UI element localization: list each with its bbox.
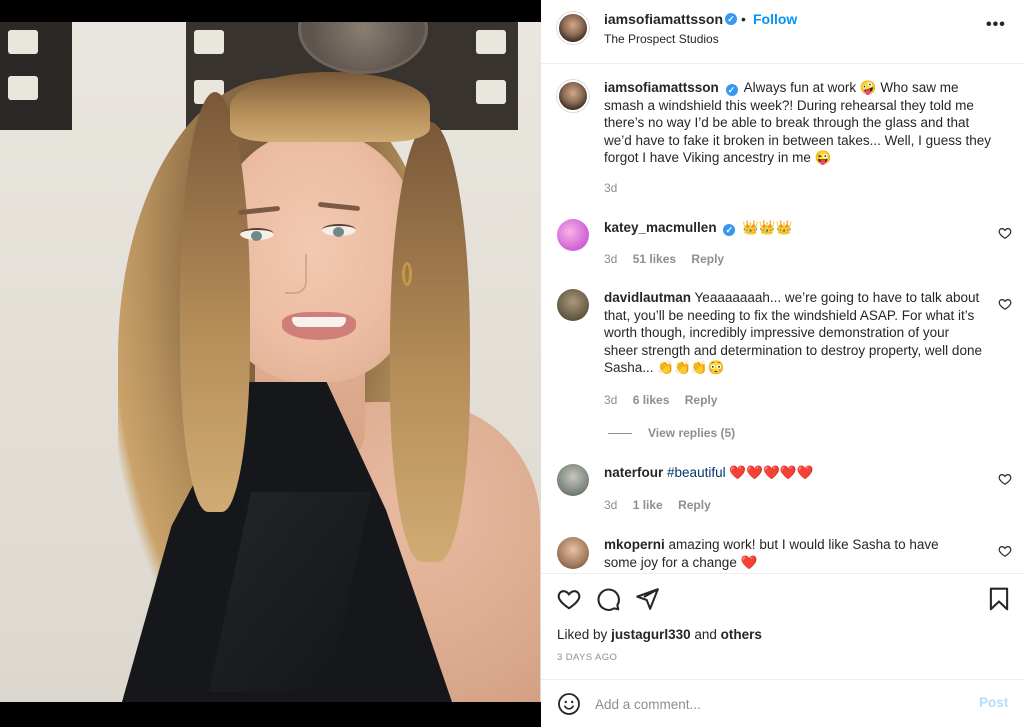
commenter-avatar[interactable] <box>557 219 589 251</box>
post-details-panel: iamsofiamattsson ✓ • Follow The Prospect… <box>541 0 1024 727</box>
hair-strand-left <box>180 92 250 512</box>
comment-likes[interactable]: 1 like <box>633 498 663 512</box>
location-link[interactable]: The Prospect Studios <box>604 32 719 46</box>
post-date: 3 DAYS AGO <box>557 652 618 663</box>
liked-by-user[interactable]: justagurl330 <box>611 627 691 642</box>
owner-avatar[interactable] <box>557 12 589 44</box>
heart-icon[interactable] <box>998 226 1012 240</box>
nose <box>285 254 307 294</box>
liked-by-text: Liked by justagurl330 and others <box>557 627 762 642</box>
heart-icon[interactable] <box>998 297 1012 311</box>
comments-list[interactable]: iamsofiamattsson ✓ Always fun at work 🤪 … <box>541 65 1024 573</box>
comment-text: davidlautman Yeaaaaaaah... we’re going t… <box>604 289 984 377</box>
comment-input[interactable] <box>595 694 945 714</box>
liked-by-others[interactable]: others <box>721 627 762 642</box>
separator-dot: • <box>741 11 746 27</box>
replies-line <box>608 433 632 435</box>
view-replies-button[interactable]: View replies (5) <box>608 426 735 440</box>
add-comment-bar: Post <box>541 679 1024 727</box>
comment-meta: 3d 6 likes Reply <box>604 393 717 407</box>
post-actions: Liked by justagurl330 and others 3 DAYS … <box>541 573 1024 679</box>
commenter-avatar[interactable] <box>557 537 589 569</box>
post-button[interactable]: Post <box>979 695 1008 710</box>
caption-time: 3d <box>604 181 618 195</box>
caption-avatar[interactable] <box>557 80 589 112</box>
comment-body: ❤️❤️❤️❤️❤️ <box>729 465 814 480</box>
heart-icon[interactable] <box>998 472 1012 486</box>
instagram-post-window: iamsofiamattsson ✓ • Follow The Prospect… <box>0 0 1024 727</box>
comment-text: naterfour #beautiful ❤️❤️❤️❤️❤️ <box>604 464 974 482</box>
film-hole <box>8 76 38 100</box>
photo-bottom-bar <box>0 702 541 727</box>
commenter-avatar[interactable] <box>557 289 589 321</box>
earring <box>402 262 412 286</box>
owner-username[interactable]: iamsofiamattsson <box>604 11 723 27</box>
reply-button[interactable]: Reply <box>691 252 724 266</box>
comment-time: 3d <box>604 393 618 407</box>
comment-username[interactable]: naterfour <box>604 465 663 480</box>
film-hole <box>476 80 506 104</box>
hair-top <box>230 72 430 142</box>
post-photo[interactable] <box>0 0 541 727</box>
film-hole <box>8 30 38 54</box>
eye-left <box>240 228 274 241</box>
post-header: iamsofiamattsson ✓ • Follow The Prospect… <box>541 0 1024 64</box>
comment-username[interactable]: davidlautman <box>604 290 691 305</box>
bookmark-icon[interactable] <box>986 586 1012 612</box>
verified-icon: ✓ <box>725 84 738 96</box>
verified-icon: ✓ <box>725 13 737 25</box>
film-poster-left <box>0 22 72 130</box>
verified-icon: ✓ <box>723 224 736 236</box>
hashtag-link[interactable]: #beautiful <box>667 465 726 480</box>
liked-and: and <box>694 627 717 642</box>
comment-time: 3d <box>604 498 618 512</box>
emoji-icon[interactable] <box>557 692 581 716</box>
more-options-icon[interactable]: ••• <box>986 16 1006 34</box>
heart-icon[interactable] <box>998 544 1012 558</box>
film-reel <box>298 22 428 74</box>
caption-username[interactable]: iamsofiamattsson <box>604 80 719 95</box>
reply-button[interactable]: Reply <box>678 498 711 512</box>
like-heart-icon[interactable] <box>556 586 582 612</box>
liked-prefix: Liked by <box>557 627 608 642</box>
photo-content <box>0 22 541 702</box>
share-icon[interactable] <box>634 586 660 612</box>
comment-text: mkoperni amazing work! but I would like … <box>604 536 974 571</box>
follow-button[interactable]: Follow <box>753 11 797 27</box>
comment-time: 3d <box>604 252 618 266</box>
hair-strand-right <box>390 122 470 562</box>
caption-text: iamsofiamattsson ✓ Always fun at work 🤪 … <box>604 79 994 167</box>
comment-body: 👑👑👑 <box>742 220 793 235</box>
film-hole <box>476 30 506 54</box>
comment-username[interactable]: katey_macmullen <box>604 220 717 235</box>
view-replies-label[interactable]: View replies (5) <box>648 426 735 440</box>
teeth <box>292 317 346 327</box>
comment-text: katey_macmullen ✓ 👑👑👑 <box>604 219 974 237</box>
comment-icon[interactable] <box>595 586 621 612</box>
comment-username[interactable]: mkoperni <box>604 537 665 552</box>
comment-meta: 3d 51 likes Reply <box>604 252 724 266</box>
reply-button[interactable]: Reply <box>685 393 718 407</box>
comment-meta: 3d 1 like Reply <box>604 498 711 512</box>
commenter-avatar[interactable] <box>557 464 589 496</box>
comment-likes[interactable]: 6 likes <box>633 393 670 407</box>
eye-right <box>322 224 356 237</box>
film-hole <box>194 30 224 54</box>
comment-likes[interactable]: 51 likes <box>633 252 676 266</box>
